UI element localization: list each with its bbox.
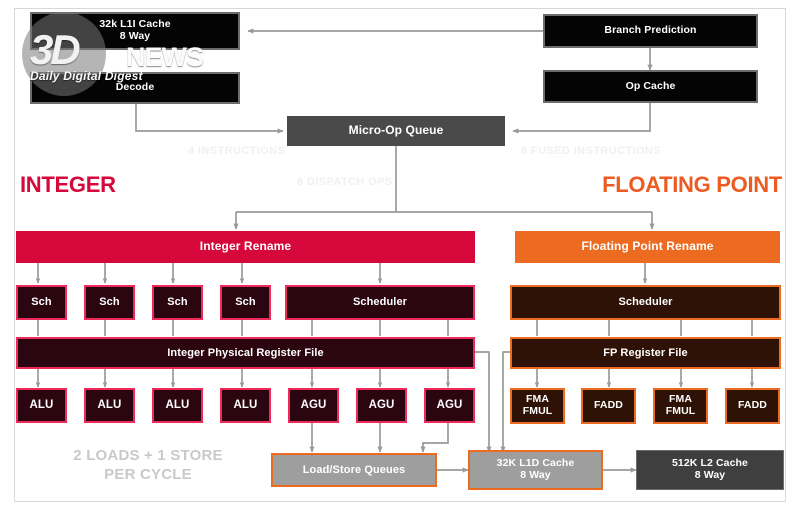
- block-integer-unit-agu-0[interactable]: AGU: [288, 388, 339, 423]
- block-decode-label: Decode: [115, 81, 155, 94]
- block-fp-unit-fma-fmul-0-label: FMA FMUL: [522, 393, 553, 417]
- block-integer-register-file-label: Integer Physical Register File: [167, 346, 324, 359]
- block-fp-unit-fadd-1[interactable]: FADD: [725, 388, 780, 424]
- diagram-canvas: 32k L1I Cache 8 Way Decode Branch Predic…: [0, 0, 800, 514]
- block-integer-scheduler-0[interactable]: Sch: [16, 285, 67, 320]
- block-load-store-queues-label: Load/Store Queues: [302, 463, 406, 476]
- block-load-store-queues[interactable]: Load/Store Queues: [271, 453, 437, 487]
- block-fp-unit-fma-fmul-1[interactable]: FMA FMUL: [653, 388, 708, 424]
- block-fp-register-file[interactable]: FP Register File: [510, 337, 781, 369]
- block-branch-prediction-label: Branch Prediction: [604, 24, 697, 37]
- block-l1i-cache-label: 32k L1I Cache 8 Way: [99, 18, 171, 42]
- block-l1d-cache[interactable]: 32K L1D Cache 8 Way: [468, 450, 603, 490]
- block-integer-register-file[interactable]: Integer Physical Register File: [16, 337, 475, 369]
- section-title-floating-point: FLOATING POINT: [602, 172, 782, 197]
- block-integer-scheduler-3-label: Sch: [235, 296, 256, 309]
- block-integer-rename[interactable]: Integer Rename: [16, 231, 475, 263]
- block-micro-op-queue-label: Micro-Op Queue: [348, 123, 444, 138]
- block-micro-op-queue[interactable]: Micro-Op Queue: [287, 116, 505, 146]
- block-fp-scheduler-label: Scheduler: [618, 296, 673, 309]
- annotation-dispatch-ops: 6 DISPATCH OPS: [297, 176, 393, 188]
- section-title-integer: INTEGER: [20, 172, 116, 197]
- block-integer-scheduler-0-label: Sch: [31, 296, 52, 309]
- block-fp-unit-fma-fmul-1-label: FMA FMUL: [665, 393, 696, 417]
- block-fp-rename[interactable]: Floating Point Rename: [515, 231, 780, 263]
- block-op-cache[interactable]: Op Cache: [543, 70, 758, 103]
- block-integer-unit-agu-1[interactable]: AGU: [356, 388, 407, 423]
- block-integer-unit-alu-1-label: ALU: [97, 399, 122, 412]
- block-integer-scheduler-2[interactable]: Sch: [152, 285, 203, 320]
- block-integer-unit-alu-0[interactable]: ALU: [16, 388, 67, 423]
- block-fp-unit-fadd-0-label: FADD: [594, 399, 623, 412]
- block-integer-scheduler-2-label: Sch: [167, 296, 188, 309]
- block-l1d-cache-label: 32K L1D Cache 8 Way: [496, 457, 575, 481]
- block-l2-cache-label: 512K L2 Cache 8 Way: [671, 457, 748, 481]
- block-integer-unit-agu-1-label: AGU: [368, 399, 395, 412]
- block-branch-prediction[interactable]: Branch Prediction: [543, 14, 758, 48]
- block-integer-unit-alu-2-label: ALU: [165, 399, 190, 412]
- block-fp-unit-fadd-1-label: FADD: [738, 399, 767, 412]
- block-integer-unit-agu-2-label: AGU: [436, 399, 463, 412]
- block-integer-unit-alu-3-label: ALU: [233, 399, 258, 412]
- block-decode[interactable]: Decode: [30, 72, 240, 104]
- block-l1i-cache[interactable]: 32k L1I Cache 8 Way: [30, 12, 240, 50]
- block-op-cache-label: Op Cache: [625, 79, 676, 92]
- block-fp-scheduler[interactable]: Scheduler: [510, 285, 781, 320]
- block-fp-register-file-label: FP Register File: [603, 346, 688, 359]
- block-integer-unit-alu-3[interactable]: ALU: [220, 388, 271, 423]
- block-integer-unit-agu-2[interactable]: AGU: [424, 388, 475, 423]
- block-integer-scheduler-1-label: Sch: [99, 296, 120, 309]
- block-fp-rename-label: Floating Point Rename: [581, 239, 714, 254]
- block-integer-main-scheduler-label: Scheduler: [352, 296, 408, 309]
- block-integer-scheduler-1[interactable]: Sch: [84, 285, 135, 320]
- block-fp-unit-fadd-0[interactable]: FADD: [581, 388, 636, 424]
- annotation-fused-instructions: 8 FUSED INSTRUCTIONS: [521, 145, 662, 157]
- block-integer-unit-agu-0-label: AGU: [300, 399, 327, 412]
- block-integer-main-scheduler[interactable]: Scheduler: [285, 285, 475, 320]
- block-integer-rename-label: Integer Rename: [199, 239, 292, 254]
- annotation-instructions: 4 INSTRUCTIONS: [188, 145, 286, 157]
- block-fp-unit-fma-fmul-0[interactable]: FMA FMUL: [510, 388, 565, 424]
- block-l2-cache[interactable]: 512K L2 Cache 8 Way: [636, 450, 784, 490]
- block-integer-unit-alu-2[interactable]: ALU: [152, 388, 203, 423]
- block-integer-unit-alu-1[interactable]: ALU: [84, 388, 135, 423]
- block-integer-unit-alu-0-label: ALU: [29, 399, 54, 412]
- annotation-loads-stores: 2 LOADS + 1 STORE PER CYCLE: [73, 447, 223, 483]
- block-integer-scheduler-3[interactable]: Sch: [220, 285, 271, 320]
